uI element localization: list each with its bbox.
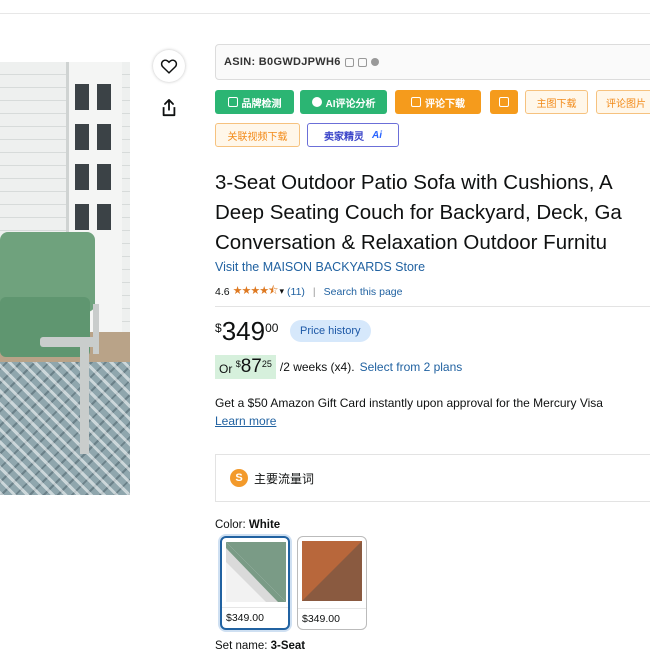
share-icon [162, 98, 176, 117]
image-window-pane [73, 202, 91, 232]
related-video-download-button[interactable]: 关联视频下载 [215, 123, 300, 147]
image-sofa-arm [40, 337, 98, 347]
main-image-download-button[interactable]: 主图下载 [525, 90, 588, 114]
pie-chart-icon [311, 97, 322, 107]
product-title: 3-Seat Outdoor Patio Sofa with Cushions,… [215, 168, 650, 258]
divider [215, 306, 650, 307]
review-images-button[interactable]: 评论图片 [596, 90, 650, 114]
ai-review-analysis-button[interactable]: AI评论分析 [300, 90, 387, 114]
learn-more-link[interactable]: Learn more [215, 414, 276, 428]
related-video-download-label: 关联视频下载 [227, 131, 288, 143]
brand-check-label: 品牌检测 [241, 98, 282, 110]
seller-ai-button[interactable]: 卖家精灵 Ai [307, 123, 399, 147]
heart-icon [160, 59, 178, 74]
installment-fraction: 25 [261, 359, 272, 369]
installment-row: Or $ 87 25 /2 weeks (x4). Select from 2 … [215, 355, 462, 379]
image-sofa-seat-cushion [0, 297, 90, 357]
product-main-image[interactable] [0, 62, 130, 495]
keyword-logo-icon: S [230, 469, 248, 487]
review-count-link[interactable]: (11) [287, 286, 305, 298]
image-window-pane [73, 82, 91, 112]
top-bar [0, 0, 650, 14]
price-history-button[interactable]: Price history [290, 320, 371, 342]
swatch-image [226, 542, 286, 602]
color-label-text: Color: [215, 519, 246, 531]
swatch-price: $349.00 [222, 607, 288, 624]
rating-value: 4.6 [215, 285, 230, 298]
share-button[interactable] [153, 92, 185, 124]
swatch-price: $349.00 [298, 608, 366, 625]
image-rug [0, 362, 130, 495]
image-window-pane [73, 122, 91, 152]
asin-label: ASIN: B0GWDJPWH6 [224, 56, 341, 68]
product-title-line: 3-Seat Outdoor Patio Sofa with Cushions,… [215, 171, 613, 194]
installment-badge: Or $ 87 25 [215, 355, 276, 379]
brand-check-button[interactable]: 品牌检测 [215, 90, 294, 114]
installment-terms: /2 weeks (x4). [279, 360, 355, 374]
swatch-image [302, 541, 362, 601]
seller-ai-label: 卖家精灵 [324, 131, 364, 143]
product-title-line: Conversation & Relaxation Outdoor Furnit… [215, 231, 607, 254]
traffic-keywords-panel[interactable]: S 主要流量词 [215, 454, 650, 502]
set-name-label-text: Set name: [215, 640, 268, 650]
review-download-label: 评论下载 [425, 98, 465, 110]
price-whole: 349 [221, 316, 266, 346]
rating-row: 4.6 ★★★★⯪ ▾ (11) | Search this page [215, 282, 402, 301]
set-name-label: Set name: 3-Seat [215, 640, 305, 650]
comment-icon [411, 97, 421, 107]
review-download-button[interactable]: 评论下载 [395, 90, 481, 114]
chevron-down-icon[interactable]: ▾ [279, 286, 284, 297]
set-name-value: 3-Seat [270, 640, 306, 650]
price-fraction: 00 [265, 321, 279, 335]
calculator-icon [499, 97, 509, 107]
installment-prefix: Or [219, 362, 233, 376]
review-images-label: 评论图片 [606, 98, 646, 110]
gift-card-promo: Get a $50 Amazon Gift Card instantly upo… [215, 396, 603, 410]
price-symbol: $ [215, 321, 222, 335]
image-window-pane [95, 162, 113, 192]
price: $ 349 00 [215, 318, 278, 344]
store-link[interactable]: Visit the MAISON BACKYARDS Store [215, 260, 425, 274]
pin-icon[interactable] [370, 58, 379, 66]
image-window-pane [95, 202, 113, 232]
main-image-download-label: 主图下载 [536, 98, 577, 110]
ai-review-label: AI评论分析 [325, 98, 376, 110]
installment-whole: 87 [240, 356, 262, 377]
color-swatch-white[interactable]: $349.00 [220, 536, 290, 630]
ai-logo-icon: Ai [372, 129, 382, 141]
image-window-pane [95, 82, 113, 112]
color-swatch-brown[interactable]: $349.00 [297, 536, 367, 630]
image-window-pane [73, 162, 91, 192]
image-window-pane [95, 122, 113, 152]
image-sofa-leg [93, 304, 99, 354]
copy-icon[interactable] [344, 57, 354, 67]
separator: | [312, 285, 316, 298]
search-page-link[interactable]: Search this page [324, 286, 403, 298]
wishlist-button[interactable] [153, 50, 185, 82]
document-icon [227, 97, 238, 107]
product-title-line: Deep Seating Couch for Backyard, Deck, G… [215, 201, 622, 224]
asin-bar: ASIN: B0GWDJPWH6 [215, 44, 650, 80]
select-plans-link[interactable]: Select from 2 plans [360, 360, 463, 374]
image-sofa-leg [80, 344, 89, 454]
copy-link-icon[interactable] [357, 57, 367, 67]
selected-color: White [248, 519, 281, 531]
color-label: Color: White [215, 519, 280, 531]
star-rating-icon[interactable]: ★★★★⯪ [233, 282, 279, 301]
traffic-keywords-label: 主要流量词 [254, 471, 315, 486]
calculator-button[interactable] [490, 90, 518, 114]
